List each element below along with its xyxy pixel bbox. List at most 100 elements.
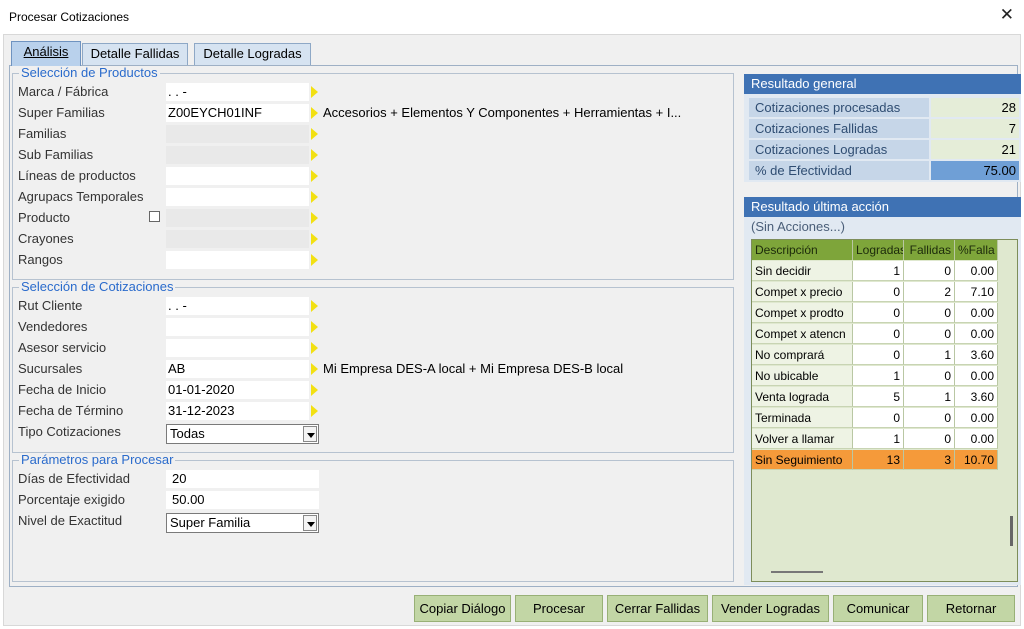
window-title: Procesar Cotizaciones [9, 10, 130, 24]
fecha-termino-lov-icon[interactable] [310, 404, 319, 418]
horizontal-scrollbar[interactable] [771, 571, 823, 573]
cell-logradas: 0 [853, 282, 904, 302]
sucursales-desc: Mi Empresa DES-A local + Mi Empresa DES-… [323, 361, 624, 376]
porcentaje-field[interactable]: 50.00 [166, 491, 319, 509]
table-row[interactable]: No comprará 0 1 3.60 [752, 345, 998, 366]
tipo-cotizaciones-value: Todas [170, 426, 205, 441]
table-row[interactable]: Venta lograda 5 1 3.60 [752, 387, 998, 408]
fecha-termino-field[interactable]: 31-12-2023 [166, 402, 309, 420]
cell-logradas: 0 [853, 345, 904, 365]
cell-fallidas: 0 [904, 408, 955, 428]
close-icon[interactable]: ✕ [1000, 5, 1014, 25]
table-row[interactable]: Sin Seguimiento 13 3 10.70 [752, 450, 998, 471]
vertical-scrollbar[interactable] [1010, 516, 1013, 546]
sucursales-lov-icon[interactable] [310, 362, 319, 376]
cell-logradas: 1 [853, 261, 904, 281]
procesadas-value: 28 [931, 98, 1019, 117]
tab-detalle-logradas-label: Detalle Logradas [203, 46, 302, 61]
col-falla[interactable]: %Falla [955, 240, 998, 260]
button-bar: Copiar Diálogo Procesar Cerrar Fallidas … [4, 595, 1022, 623]
sucursales-field[interactable]: AB [166, 360, 309, 378]
familias-lov-icon[interactable] [310, 127, 319, 141]
lineas-field[interactable] [166, 167, 309, 185]
table-row[interactable]: No ubicable 1 0 0.00 [752, 366, 998, 387]
cell-logradas: 0 [853, 324, 904, 344]
asesor-field[interactable] [166, 339, 309, 357]
analisis-panel: Selección de Productos Marca / Fábrica .… [9, 65, 1021, 587]
cell-falla: 10.70 [955, 450, 998, 470]
retornar-button[interactable]: Retornar [927, 595, 1015, 622]
nivel-select[interactable]: Super Familia [166, 513, 319, 533]
cell-fallidas: 3 [904, 450, 955, 470]
marca-lov-icon[interactable] [310, 85, 319, 99]
table-row[interactable]: Compet x atencn 0 0 0.00 [752, 324, 998, 345]
table-row[interactable]: Volver a llamar 1 0 0.00 [752, 429, 998, 450]
fallidas-value: 7 [931, 119, 1019, 138]
procesar-button[interactable]: Procesar [515, 595, 603, 622]
col-logradas[interactable]: Logradas [853, 240, 904, 260]
cell-fallidas: 0 [904, 324, 955, 344]
super-familias-lov-icon[interactable] [310, 106, 319, 120]
fecha-inicio-field[interactable]: 01-01-2020 [166, 381, 309, 399]
cell-falla: 3.60 [955, 345, 998, 365]
porcentaje-label: Porcentaje exigido [18, 492, 125, 507]
sub-familias-lov-icon[interactable] [310, 148, 319, 162]
tab-analisis-label: Análisis [23, 44, 69, 59]
col-fallidas[interactable]: Fallidas [904, 240, 955, 260]
producto-checkbox[interactable] [149, 211, 160, 222]
table-row[interactable]: Terminada 0 0 0.00 [752, 408, 998, 429]
rangos-field[interactable] [166, 251, 309, 269]
cell-descripcion: No ubicable [752, 366, 853, 386]
crayones-field[interactable] [166, 230, 309, 248]
tab-detalle-logradas[interactable]: Detalle Logradas [194, 43, 311, 65]
chevron-down-icon[interactable] [303, 426, 317, 442]
chevron-down-icon[interactable] [303, 515, 317, 531]
familias-field[interactable] [166, 125, 309, 143]
super-familias-field[interactable]: Z00EYCH01INF [166, 104, 309, 122]
marca-field[interactable]: . . - [166, 83, 309, 101]
parametros-group: Parámetros para Procesar Días de Efectiv… [12, 453, 734, 582]
cell-falla: 0.00 [955, 261, 998, 281]
rut-lov-icon[interactable] [310, 299, 319, 313]
table-row[interactable]: Compet x prodto 0 0 0.00 [752, 303, 998, 324]
asesor-lov-icon[interactable] [310, 341, 319, 355]
marca-label: Marca / Fábrica [18, 84, 109, 99]
sub-familias-label: Sub Familias [18, 147, 94, 162]
cell-falla: 0.00 [955, 408, 998, 428]
tipo-cotizaciones-select[interactable]: Todas [166, 424, 319, 444]
agrupacs-field[interactable] [166, 188, 309, 206]
nivel-value: Super Familia [170, 515, 251, 530]
cell-fallidas: 0 [904, 261, 955, 281]
cerrar-fallidas-button[interactable]: Cerrar Fallidas [607, 595, 708, 622]
vendedores-field[interactable] [166, 318, 309, 336]
cell-falla: 0.00 [955, 429, 998, 449]
producto-field[interactable] [166, 209, 309, 227]
col-descripcion[interactable]: Descripción [752, 240, 853, 260]
copiar-dialogo-button[interactable]: Copiar Diálogo [414, 595, 511, 622]
rangos-lov-icon[interactable] [310, 253, 319, 267]
tab-detalle-fallidas[interactable]: Detalle Fallidas [82, 43, 188, 65]
rut-field[interactable]: . . - [166, 297, 309, 315]
lineas-lov-icon[interactable] [310, 169, 319, 183]
cell-descripcion: Terminada [752, 408, 853, 428]
crayones-lov-icon[interactable] [310, 232, 319, 246]
dias-field[interactable]: 20 [166, 470, 319, 488]
agrupacs-lov-icon[interactable] [310, 190, 319, 204]
productos-group-title: Selección de Productos [19, 65, 160, 80]
cell-logradas: 0 [853, 303, 904, 323]
logradas-label: Cotizaciones Logradas [749, 140, 929, 159]
table-row[interactable]: Sin decidir 1 0 0.00 [752, 261, 998, 282]
sub-familias-field[interactable] [166, 146, 309, 164]
vender-logradas-button[interactable]: Vender Logradas [712, 595, 829, 622]
vendedores-lov-icon[interactable] [310, 320, 319, 334]
tab-analisis[interactable]: Análisis [11, 41, 81, 66]
producto-lov-icon[interactable] [310, 211, 319, 225]
fecha-inicio-lov-icon[interactable] [310, 383, 319, 397]
comunicar-button[interactable]: Comunicar [833, 595, 923, 622]
title-bar: Procesar Cotizaciones ✕ [0, 0, 1024, 34]
table-row[interactable]: Compet x precio 0 2 7.10 [752, 282, 998, 303]
cell-logradas: 1 [853, 429, 904, 449]
fecha-inicio-label: Fecha de Inicio [18, 382, 107, 397]
cell-fallidas: 1 [904, 387, 955, 407]
cell-logradas: 5 [853, 387, 904, 407]
